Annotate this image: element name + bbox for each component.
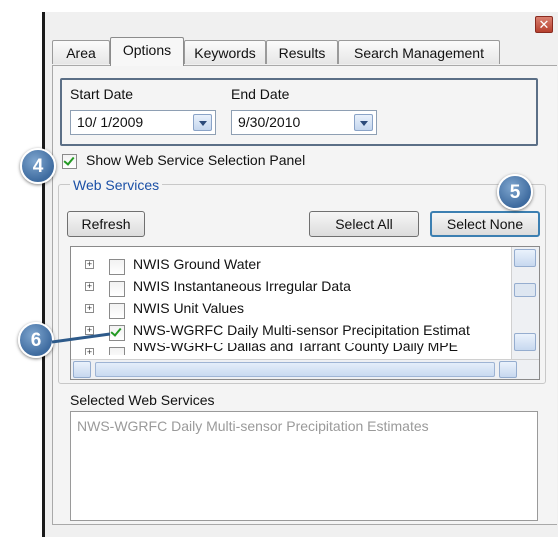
web-services-title: Web Services (70, 177, 163, 193)
web-services-list[interactable]: + NWIS Ground Water + NWIS Instantaneous… (70, 246, 540, 380)
list-item[interactable]: + NWS-WGRFC Daily Multi-sensor Precipita… (71, 321, 511, 343)
service-label: NWIS Unit Values (133, 300, 244, 316)
end-date-picker[interactable]: 9/30/2010 (231, 110, 377, 135)
show-panel-checkbox[interactable] (62, 154, 77, 169)
select-all-button[interactable]: Select All (309, 211, 419, 237)
expand-icon[interactable]: + (85, 304, 94, 313)
service-label: NWS-WGRFC Dallas and Tarrant County Dail… (133, 343, 458, 354)
scroll-thumb[interactable] (95, 362, 495, 377)
select-none-button[interactable]: Select None (430, 211, 540, 237)
end-date-label: End Date (231, 86, 290, 102)
callout-badge: 5 (497, 174, 533, 210)
chevron-down-icon[interactable] (354, 114, 373, 131)
list-item[interactable]: + NWIS Instantaneous Irregular Data (71, 277, 511, 299)
scroll-down-icon[interactable] (514, 333, 536, 351)
scroll-up-icon[interactable] (514, 249, 536, 267)
callout-badge: 6 (18, 322, 54, 358)
chevron-down-icon[interactable] (193, 114, 212, 131)
start-date-picker[interactable]: 10/ 1/2009 (70, 110, 216, 135)
start-date-label: Start Date (70, 86, 134, 102)
list-item[interactable]: + NWIS Ground Water (71, 255, 511, 277)
service-checkbox[interactable] (109, 281, 125, 297)
scroll-thumb[interactable] (514, 283, 536, 297)
horizontal-scrollbar[interactable] (71, 359, 539, 379)
tab-keywords[interactable]: Keywords (184, 40, 266, 64)
tab-search-management[interactable]: Search Management (338, 40, 500, 64)
scroll-left-icon[interactable] (73, 361, 91, 378)
service-checkbox[interactable] (109, 259, 125, 275)
selected-service-item: NWS-WGRFC Daily Multi-sensor Precipitati… (77, 418, 429, 434)
start-date-value: 10/ 1/2009 (77, 114, 144, 130)
selected-services-label: Selected Web Services (70, 392, 215, 408)
close-icon[interactable]: ✕ (535, 16, 553, 33)
callout-leader-line (52, 332, 111, 344)
tab-results[interactable]: Results (266, 40, 338, 64)
list-item[interactable]: + NWS-WGRFC Dallas and Tarrant County Da… (71, 343, 511, 355)
tab-area[interactable]: Area (52, 40, 110, 64)
vertical-scrollbar[interactable] (511, 247, 539, 359)
service-label: NWS-WGRFC Daily Multi-sensor Precipitati… (133, 322, 470, 338)
service-label: NWIS Ground Water (133, 256, 261, 272)
expand-icon[interactable]: + (85, 348, 94, 355)
end-date-value: 9/30/2010 (238, 114, 301, 130)
refresh-button[interactable]: Refresh (67, 211, 145, 237)
service-label: NWIS Instantaneous Irregular Data (133, 278, 351, 294)
list-item[interactable]: + NWIS Unit Values (71, 299, 511, 321)
scroll-right-icon[interactable] (499, 361, 517, 378)
tab-options[interactable]: Options (110, 37, 184, 66)
service-checkbox[interactable] (109, 347, 125, 355)
expand-icon[interactable]: + (85, 282, 94, 291)
show-panel-label: Show Web Service Selection Panel (86, 152, 306, 168)
callout-badge: 4 (20, 148, 56, 184)
service-checkbox[interactable] (109, 303, 125, 319)
selected-services-box[interactable]: NWS-WGRFC Daily Multi-sensor Precipitati… (70, 411, 538, 521)
expand-icon[interactable]: + (85, 260, 94, 269)
